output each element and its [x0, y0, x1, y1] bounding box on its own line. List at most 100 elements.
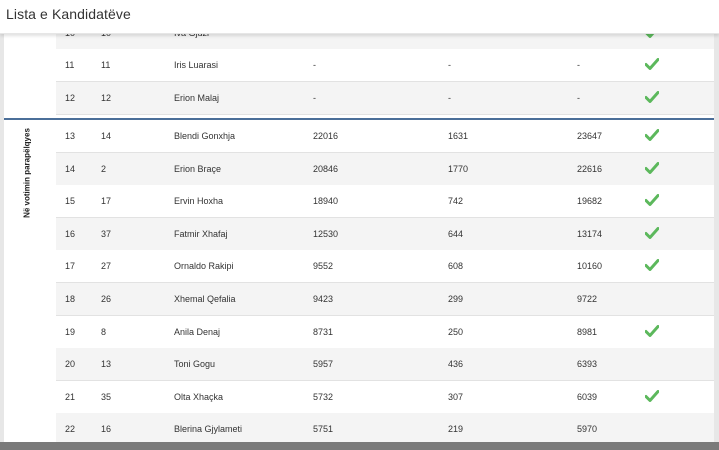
total-votes-cell: 6039 — [577, 392, 598, 402]
page-title: Lista e Kandidatëve — [6, 6, 131, 22]
preferential-votes-cell: 307 — [448, 392, 464, 402]
votes-cell: 18940 — [313, 196, 339, 206]
total-votes-cell: 8981 — [577, 327, 598, 337]
table-row: 14 2 Erion Braçe 20846 1770 22616 — [56, 153, 714, 186]
table-row: 19 8 Anila Denaj 8731 250 8981 — [56, 316, 714, 349]
horizontal-scrollbar[interactable] — [0, 442, 719, 450]
rank-cell: 22 — [65, 424, 76, 434]
candidate-number-cell: 2 — [101, 164, 107, 174]
preferential-votes-cell: 436 — [448, 359, 464, 369]
check-icon — [645, 227, 659, 241]
candidate-name-cell: Anila Denaj — [174, 327, 221, 337]
candidate-number-cell: 11 — [101, 60, 111, 70]
table-row: 18 26 Xhemal Qefalia 9423 299 9722 — [56, 283, 714, 316]
candidate-name-cell: Blendi Gonxhja — [174, 131, 236, 141]
votes-cell: 5751 — [313, 424, 334, 434]
votes-cell: - — [313, 60, 316, 70]
candidate-number-cell: 37 — [101, 229, 112, 239]
preferential-votes-cell: - — [448, 93, 451, 103]
votes-cell: 9423 — [313, 294, 334, 304]
total-votes-cell: - — [577, 93, 580, 103]
rank-cell: 19 — [65, 327, 76, 337]
table-row: 10 10 Iva Gjuzi - - - — [56, 33, 714, 50]
total-votes-cell: 13174 — [577, 229, 603, 239]
preferential-votes-cell: 219 — [448, 424, 464, 434]
candidate-name-cell: Olta Xhaçka — [174, 392, 224, 402]
candidate-number-cell: 17 — [101, 196, 112, 206]
check-icon — [645, 259, 659, 273]
votes-cell: 20846 — [313, 164, 339, 174]
candidate-name-cell: Iris Luarasi — [174, 60, 219, 70]
rank-cell: 13 — [65, 131, 76, 141]
preferential-votes-cell: 250 — [448, 327, 464, 337]
group-label: Në votimin parapëlqyes — [22, 128, 32, 218]
candidate-number-cell: 27 — [101, 261, 112, 271]
candidate-name-cell: Erion Malaj — [174, 93, 220, 103]
preferential-votes-cell: 1631 — [448, 131, 469, 141]
preferential-votes-cell: 1770 — [448, 164, 469, 174]
rank-cell: 20 — [65, 359, 76, 369]
table-row: 22 16 Blerina Gjylameti 5751 219 5970 — [56, 413, 714, 442]
total-votes-cell: 10160 — [577, 261, 603, 271]
rank-cell: 16 — [65, 229, 76, 239]
check-icon — [645, 325, 659, 339]
check-icon — [645, 33, 659, 40]
candidate-number-cell: 12 — [101, 93, 112, 103]
candidate-name-cell: Xhemal Qefalia — [174, 294, 236, 304]
total-votes-cell: - — [577, 60, 580, 70]
table-row: 16 37 Fatmir Xhafaj 12530 644 13174 — [56, 218, 714, 251]
candidate-number-cell: 35 — [101, 392, 112, 402]
candidate-number-cell: 13 — [101, 359, 112, 369]
check-icon — [645, 129, 659, 143]
candidate-name-cell: Erion Braçe — [174, 164, 222, 174]
votes-cell: 5732 — [313, 392, 334, 402]
total-votes-cell: 23647 — [577, 131, 603, 141]
total-votes-cell: 22616 — [577, 164, 603, 174]
votes-cell: - — [313, 93, 316, 103]
rank-cell: 11 — [65, 60, 75, 70]
candidate-number-cell: 16 — [101, 424, 112, 434]
group-divider — [4, 118, 714, 120]
rank-cell: 14 — [65, 164, 76, 174]
candidate-name-cell: Ornaldo Rakipi — [174, 261, 234, 271]
total-votes-cell: 6393 — [577, 359, 598, 369]
table-row: 21 35 Olta Xhaçka 5732 307 6039 — [56, 381, 714, 414]
check-icon — [645, 390, 659, 404]
preferential-votes-cell: 608 — [448, 261, 464, 271]
votes-cell: 22016 — [313, 131, 339, 141]
candidate-name-cell: Ervin Hoxha — [174, 196, 224, 206]
right-scroll-rail — [714, 33, 719, 450]
table-row: 13 14 Blendi Gonxhja 22016 1631 23647 — [56, 120, 714, 153]
candidate-number-cell: 8 — [101, 327, 107, 337]
candidates-table: 10 10 Iva Gjuzi - - - 11 11 Iris Luarasi - - - 12 12 E… — [4, 33, 714, 442]
table-row: 15 17 Ervin Hoxha 18940 742 19682 — [56, 185, 714, 218]
candidate-name-cell: Blerina Gjylameti — [174, 424, 243, 434]
total-votes-cell: 9722 — [577, 294, 598, 304]
table-row: 11 11 Iris Luarasi - - - — [56, 49, 714, 82]
preferential-votes-cell: - — [448, 60, 451, 70]
total-votes-cell: 19682 — [577, 196, 603, 206]
check-icon — [645, 91, 659, 105]
votes-cell: 5957 — [313, 359, 334, 369]
page-header: Lista e Kandidatëve — [0, 0, 719, 34]
rank-cell: 15 — [65, 196, 76, 206]
rank-cell: 18 — [65, 294, 76, 304]
rank-cell: 21 — [65, 392, 76, 402]
rank-cell: 17 — [65, 261, 76, 271]
check-icon — [645, 58, 659, 72]
table-row: 17 27 Ornaldo Rakipi 9552 608 10160 — [56, 250, 714, 283]
candidate-name-cell: Fatmir Xhafaj — [174, 229, 228, 239]
votes-cell: 9552 — [313, 261, 334, 271]
rank-cell: 12 — [65, 93, 76, 103]
total-votes-cell: 5970 — [577, 424, 598, 434]
table-row: 12 12 Erion Malaj - - - — [56, 82, 714, 115]
candidate-number-cell: 14 — [101, 131, 112, 141]
votes-cell: 8731 — [313, 327, 334, 337]
votes-cell: 12530 — [313, 229, 339, 239]
check-icon — [645, 194, 659, 208]
preferential-votes-cell: 644 — [448, 229, 464, 239]
candidate-name-cell: Toni Gogu — [174, 359, 216, 369]
preferential-votes-cell: 742 — [448, 196, 464, 206]
candidate-number-cell: 26 — [101, 294, 112, 304]
group-label-cell: Në votimin parapëlqyes — [4, 85, 50, 442]
